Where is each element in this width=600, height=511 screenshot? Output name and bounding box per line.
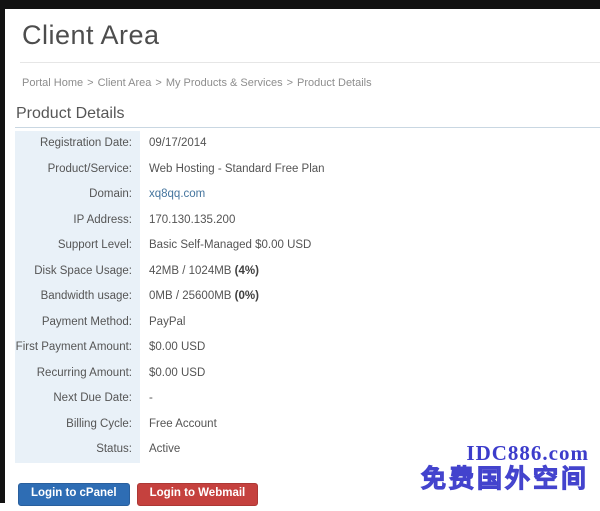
table-row: Domain: xq8qq.com — [15, 182, 585, 208]
table-row: IP Address:170.130.135.200 — [15, 208, 585, 234]
row-label: Recurring Amount: — [15, 361, 140, 387]
login-to-cpanel-button[interactable]: Login to cPanel — [18, 483, 130, 506]
table-row: Disk Space Usage:42MB / 1024MB (4%) — [15, 259, 585, 285]
breadcrumb-separator: > — [155, 77, 161, 89]
row-label: Support Level: — [15, 233, 140, 259]
window-left-edge — [0, 0, 5, 503]
row-value: 09/17/2014 — [140, 131, 207, 157]
row-label: Payment Method: — [15, 310, 140, 336]
row-label: Registration Date: — [15, 131, 140, 157]
action-buttons: Login to cPanel Login to Webmail — [18, 483, 258, 506]
row-value: Active — [140, 437, 180, 463]
row-label: First Payment Amount: — [15, 335, 140, 361]
row-label: Domain: — [15, 182, 140, 208]
table-row: Registration Date:09/17/2014 — [15, 131, 585, 157]
table-row: Recurring Amount:$0.00 USD — [15, 361, 585, 387]
row-label: IP Address: — [15, 208, 140, 234]
page-title: Client Area — [22, 20, 160, 51]
row-value: PayPal — [140, 310, 185, 336]
table-row: Product/Service:Web Hosting - Standard F… — [15, 157, 585, 183]
row-value: $0.00 USD — [140, 335, 205, 361]
section-divider — [15, 127, 600, 128]
row-label: Bandwidth usage: — [15, 284, 140, 310]
table-row: First Payment Amount:$0.00 USD — [15, 335, 585, 361]
product-details-table: Registration Date:09/17/2014Product/Serv… — [15, 131, 585, 463]
table-row: Billing Cycle:Free Account — [15, 412, 585, 438]
row-value: - — [140, 386, 153, 412]
row-value: xq8qq.com — [140, 182, 205, 208]
login-to-webmail-button[interactable]: Login to Webmail — [137, 483, 259, 506]
row-label: Next Due Date: — [15, 386, 140, 412]
row-label: Product/Service: — [15, 157, 140, 183]
watermark-chinese-text: 免费国外空间 — [421, 465, 589, 494]
row-value: 170.130.135.200 — [140, 208, 235, 234]
section-title-product-details: Product Details — [16, 105, 125, 123]
row-value: Web Hosting - Standard Free Plan — [140, 157, 325, 183]
breadcrumb-item[interactable]: My Products & Services — [166, 77, 283, 89]
row-label: Disk Space Usage: — [15, 259, 140, 285]
row-value: 42MB / 1024MB (4%) — [140, 259, 259, 285]
breadcrumb-separator: > — [87, 77, 93, 89]
table-row: Status:Active — [15, 437, 585, 463]
breadcrumb-item[interactable]: Portal Home — [22, 77, 83, 89]
table-row: Next Due Date:- — [15, 386, 585, 412]
title-divider — [20, 62, 600, 63]
window-top-edge — [0, 0, 600, 9]
row-value: $0.00 USD — [140, 361, 205, 387]
row-label: Status: — [15, 437, 140, 463]
table-row: Bandwidth usage:0MB / 25600MB (0%) — [15, 284, 585, 310]
breadcrumb-separator: > — [287, 77, 293, 89]
row-value: Basic Self-Managed $0.00 USD — [140, 233, 311, 259]
breadcrumb: Portal Home>Client Area>My Products & Se… — [22, 77, 372, 89]
breadcrumb-item[interactable]: Client Area — [98, 77, 152, 89]
row-label: Billing Cycle: — [15, 412, 140, 438]
table-row: Payment Method:PayPal — [15, 310, 585, 336]
row-value: Free Account — [140, 412, 217, 438]
breadcrumb-item: Product Details — [297, 77, 372, 89]
domain-link[interactable]: xq8qq.com — [149, 188, 205, 200]
row-value: 0MB / 25600MB (0%) — [140, 284, 259, 310]
table-row: Support Level:Basic Self-Managed $0.00 U… — [15, 233, 585, 259]
